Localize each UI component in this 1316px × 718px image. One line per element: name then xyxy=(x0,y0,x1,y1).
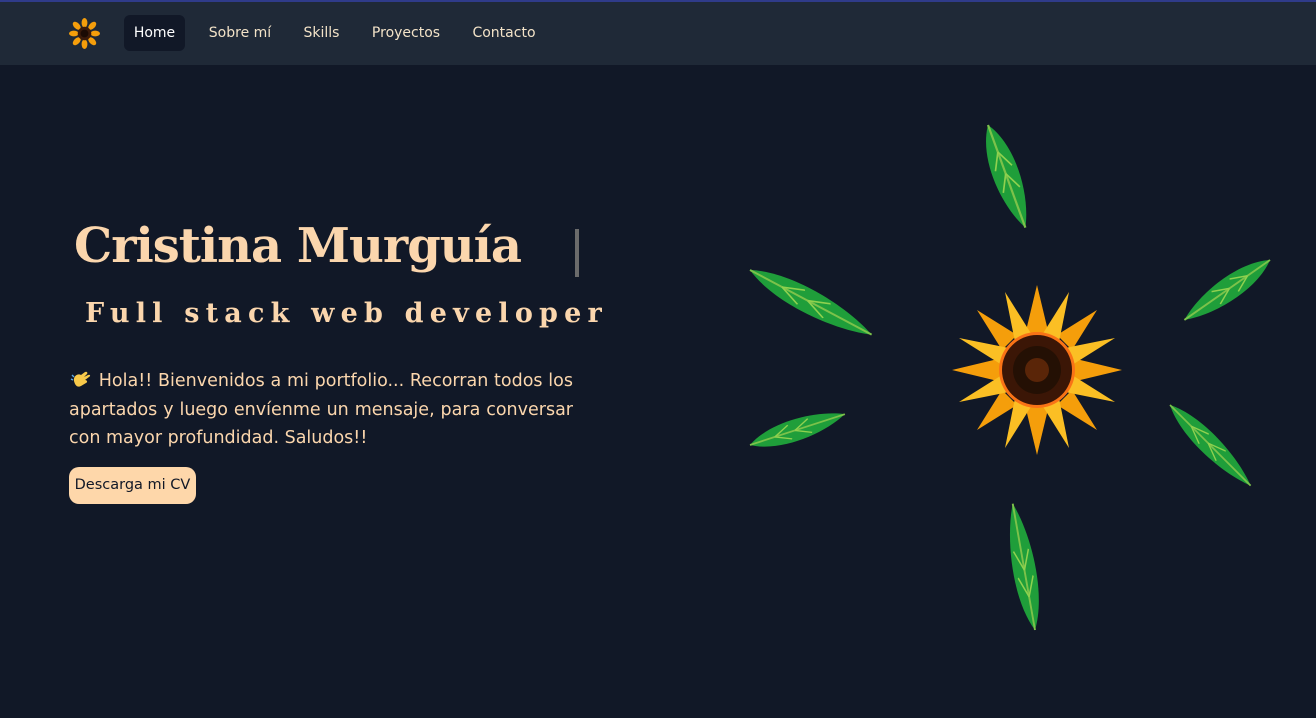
nav-link-proyectos[interactable]: Proyectos xyxy=(366,15,446,51)
nav-link-sobre-mi[interactable]: Sobre mí xyxy=(203,15,277,51)
nav-link-contacto[interactable]: Contacto xyxy=(465,15,543,51)
hero-intro-paragraph: Hola!! Bienvenidos a mi portfolio... Rec… xyxy=(69,367,573,453)
sunflower-with-leaves-icon xyxy=(742,119,1278,634)
download-cv-button[interactable]: Descarga mi CV xyxy=(69,467,196,504)
hero-name: Cristina Murguía xyxy=(74,218,522,274)
waving-hand-icon xyxy=(70,371,91,387)
hero-intro-text: Hola!! Bienvenidos a mi portfolio... Rec… xyxy=(69,371,573,448)
nav-link-home[interactable]: Home xyxy=(124,15,185,51)
hero-role: Full stack web developer xyxy=(85,298,608,329)
navbar: Home Sobre mí Skills Proyectos Contacto xyxy=(0,0,1316,65)
nav-link-skills[interactable]: Skills xyxy=(296,15,347,51)
typing-caret xyxy=(575,229,579,277)
sunflower-icon[interactable] xyxy=(69,18,100,49)
